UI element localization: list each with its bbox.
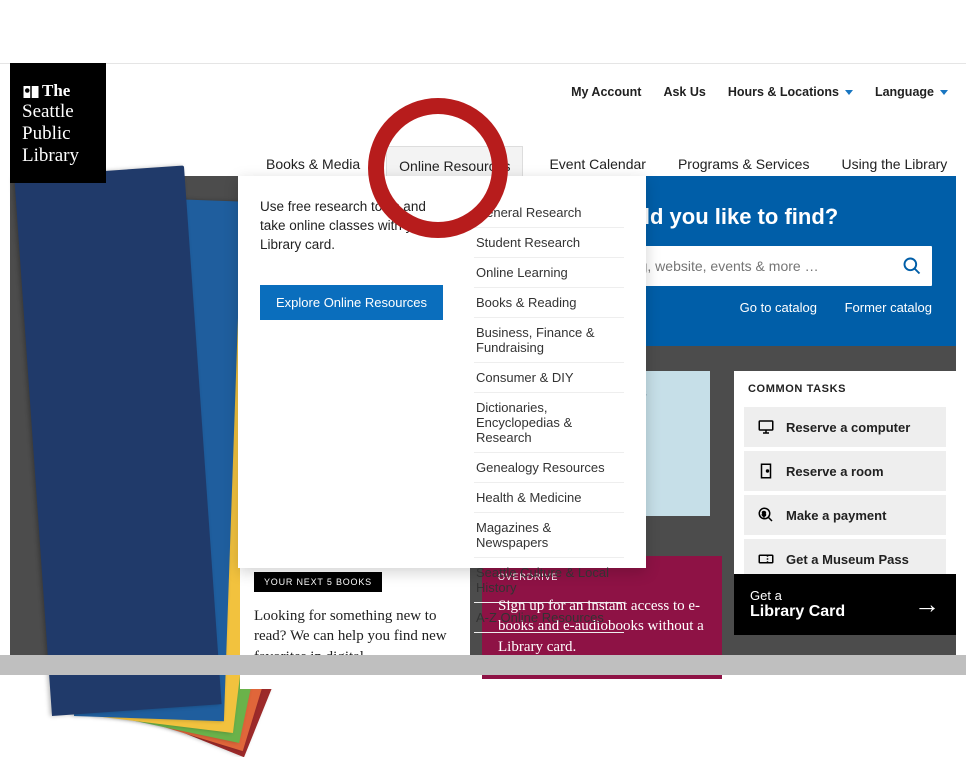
dropdown-item-genealogy[interactable]: Genealogy Resources — [474, 453, 624, 483]
dropdown-item-consumer-diy[interactable]: Consumer & DIY — [474, 363, 624, 393]
language-link[interactable]: Language — [875, 85, 948, 99]
nav-programs-services[interactable]: Programs & Services — [672, 144, 815, 184]
arrow-right-icon: → — [914, 589, 940, 620]
book-stack-image — [36, 176, 246, 656]
ticket-icon — [756, 549, 776, 569]
nav-using-library[interactable]: Using the Library — [835, 144, 953, 184]
logo-line2: Seattle — [22, 101, 96, 123]
logo-line4: Library — [22, 145, 96, 167]
dropdown-item-dictionaries[interactable]: Dictionaries, Encyclopedias & Research — [474, 393, 624, 453]
dropdown-item-student-research[interactable]: Student Research — [474, 228, 624, 258]
dropdown-item-general-research[interactable]: General Research — [474, 198, 624, 228]
online-resources-dropdown: Use free research tools and take online … — [238, 176, 646, 568]
library-card-cta[interactable]: Get a Library Card → — [734, 574, 956, 635]
my-account-link[interactable]: My Account — [571, 85, 641, 99]
former-catalog-link[interactable]: Former catalog — [845, 300, 932, 315]
dropdown-list: General Research Student Research Online… — [474, 198, 624, 554]
logo-line1: The — [42, 81, 70, 100]
chevron-down-icon — [845, 90, 853, 95]
payment-icon: $ — [756, 505, 776, 525]
common-tasks-heading: COMMON TASKS — [734, 371, 956, 403]
dropdown-item-magazines[interactable]: Magazines & Newspapers — [474, 513, 624, 558]
dropdown-item-online-learning[interactable]: Online Learning — [474, 258, 624, 288]
chevron-down-icon — [940, 90, 948, 95]
dropdown-item-seattle-culture[interactable]: Seattle Culture & Local History — [474, 558, 624, 603]
search-icon[interactable] — [902, 256, 922, 276]
logo-line3: Public — [22, 123, 96, 145]
card-tag: YOUR NEXT 5 BOOKS — [254, 572, 382, 592]
task-make-payment[interactable]: $ Make a payment — [744, 495, 946, 535]
dropdown-intro: Use free research tools and take online … — [260, 198, 450, 255]
dropdown-item-az-resources[interactable]: A-Z Online Resources — [474, 603, 624, 633]
ask-us-link[interactable]: Ask Us — [663, 85, 705, 99]
computer-icon — [756, 417, 776, 437]
dropdown-item-health-medicine[interactable]: Health & Medicine — [474, 483, 624, 513]
bottom-bar — [0, 655, 966, 675]
door-icon — [756, 461, 776, 481]
utility-nav: My Account Ask Us Hours & Locations Lang… — [571, 85, 948, 99]
logo[interactable]: The Seattle Public Library — [10, 63, 106, 183]
task-reserve-room[interactable]: Reserve a room — [744, 451, 946, 491]
dropdown-item-business-finance[interactable]: Business, Finance & Fundraising — [474, 318, 624, 363]
svg-text:$: $ — [762, 512, 766, 518]
dropdown-item-books-reading[interactable]: Books & Reading — [474, 288, 624, 318]
explore-online-resources-button[interactable]: Explore Online Resources — [260, 285, 443, 320]
hours-locations-link[interactable]: Hours & Locations — [728, 85, 853, 99]
task-museum-pass[interactable]: Get a Museum Pass — [744, 539, 946, 579]
go-to-catalog-link[interactable]: Go to catalog — [740, 300, 817, 315]
task-reserve-computer[interactable]: Reserve a computer — [744, 407, 946, 447]
